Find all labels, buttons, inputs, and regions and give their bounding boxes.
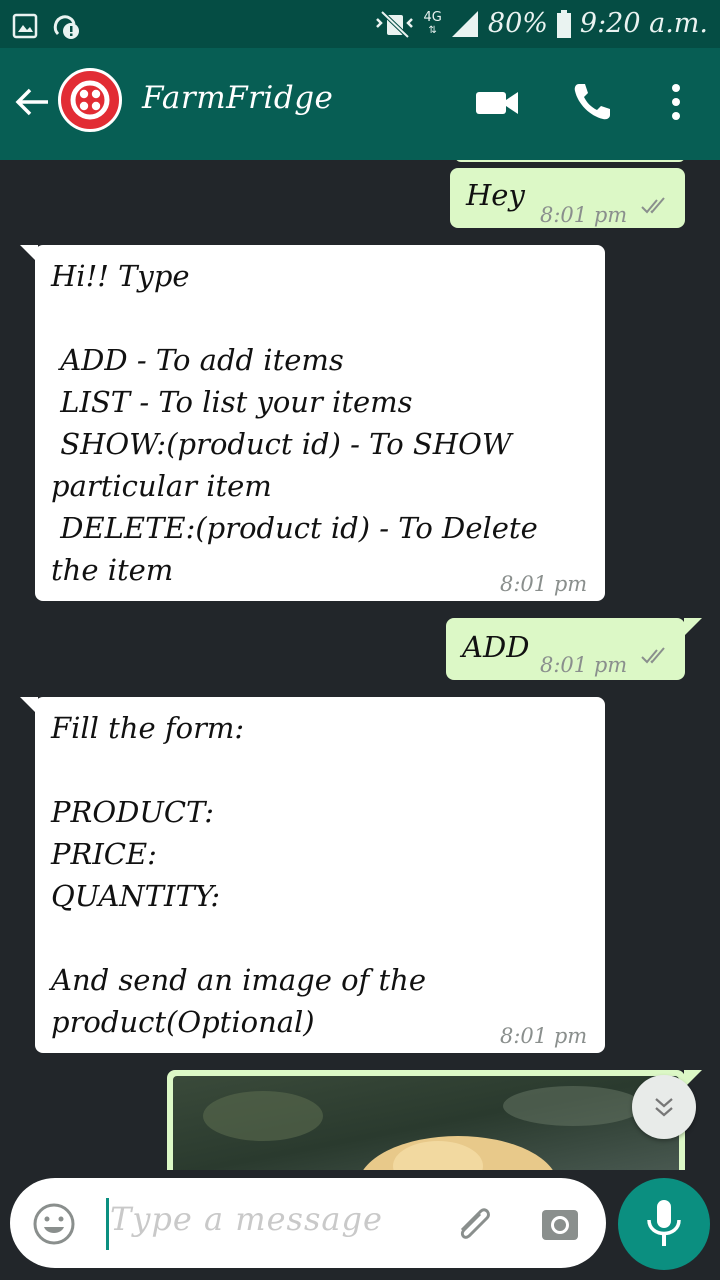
voice-record-button[interactable] bbox=[618, 1178, 710, 1270]
signal-icon bbox=[451, 10, 478, 37]
twilio-logo-icon bbox=[70, 80, 110, 120]
vibrate-mute-icon bbox=[375, 10, 413, 38]
video-camera-icon[interactable] bbox=[472, 80, 522, 124]
network-type: 4G bbox=[423, 9, 442, 25]
message-composer: Type a message bbox=[10, 1178, 606, 1268]
message-bubble-outgoing[interactable]: Hey 8:01 pm bbox=[450, 168, 685, 228]
message-bubble-incoming[interactable]: Hi!! Type ADD - To add items LIST - To l… bbox=[35, 245, 605, 601]
message-text: Hey bbox=[466, 178, 525, 212]
double-chevron-down-icon bbox=[655, 1098, 673, 1117]
message-text: Hi!! Type ADD - To add items LIST - To l… bbox=[51, 259, 538, 587]
status-bar: 4G ⇅ 80% 9:20 a.m. bbox=[0, 0, 720, 48]
chat-header: FarmFridge bbox=[0, 48, 720, 160]
message-time: 8:01 pm bbox=[540, 653, 628, 677]
message-time: 8:01 pm bbox=[500, 572, 588, 596]
arrow-left-icon[interactable] bbox=[12, 82, 52, 122]
battery-icon bbox=[556, 9, 571, 38]
bubble-tail bbox=[684, 618, 702, 636]
paperclip-icon[interactable] bbox=[450, 1200, 498, 1248]
message-time: 8:01 pm bbox=[500, 1024, 588, 1048]
text-cursor bbox=[106, 1198, 109, 1250]
phone-icon[interactable] bbox=[570, 80, 614, 124]
message-time: 8:01 pm bbox=[540, 203, 628, 227]
message-text: ADD bbox=[462, 630, 530, 664]
battery-percent: 80% bbox=[487, 8, 548, 39]
clock: 9:20 a.m. bbox=[579, 8, 708, 39]
gallery-notification-icon bbox=[12, 13, 38, 39]
contact-name[interactable]: FarmFridge bbox=[142, 80, 333, 116]
scroll-to-bottom-button[interactable] bbox=[632, 1075, 696, 1139]
data-saver-icon bbox=[53, 15, 79, 39]
more-vert-icon[interactable] bbox=[662, 80, 690, 124]
message-bubble-incoming[interactable]: Fill the form: PRODUCT: PRICE: QUANTITY:… bbox=[35, 697, 605, 1053]
double-check-icon bbox=[641, 647, 665, 664]
chick-photo[interactable] bbox=[173, 1076, 679, 1170]
smiley-icon[interactable] bbox=[32, 1202, 76, 1246]
message-input[interactable]: Type a message bbox=[110, 1200, 383, 1238]
message-bubble-outgoing[interactable]: ADD 8:01 pm bbox=[446, 618, 685, 680]
message-list[interactable]: Hey 8:01 pm Hi!! Type ADD - To add items… bbox=[0, 160, 720, 1170]
image-message-bubble[interactable] bbox=[167, 1070, 685, 1170]
double-check-icon bbox=[641, 197, 665, 214]
microphone-icon bbox=[647, 1200, 681, 1246]
avatar[interactable] bbox=[58, 68, 122, 132]
message-bubble-partial bbox=[455, 160, 685, 162]
message-text: Fill the form: PRODUCT: PRICE: QUANTITY:… bbox=[51, 711, 427, 1039]
camera-icon[interactable] bbox=[540, 1204, 580, 1244]
